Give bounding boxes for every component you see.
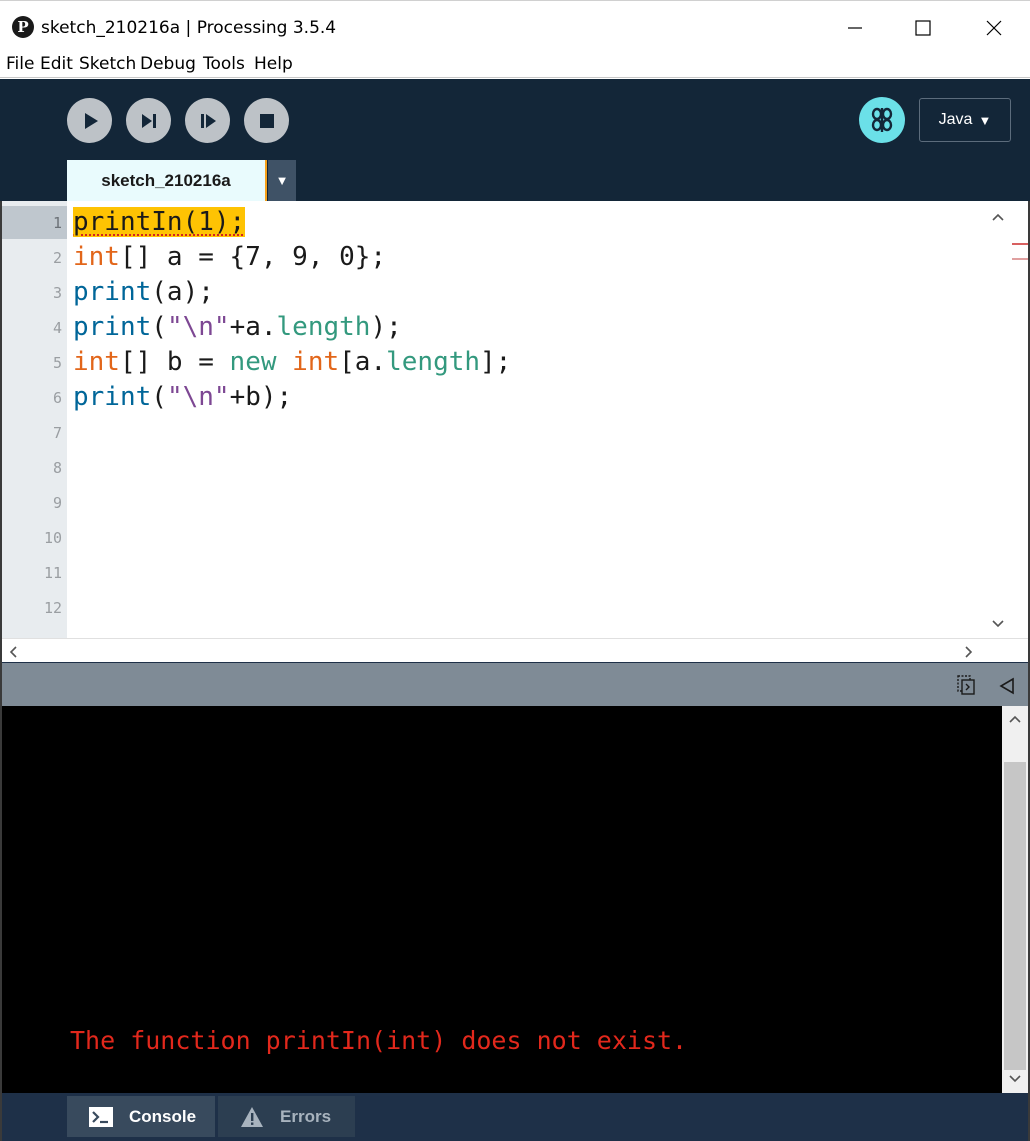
code-token: int — [292, 347, 340, 377]
console-tab-label: Console — [129, 1106, 197, 1126]
line-number: 5 — [52, 354, 62, 372]
debugger-toggle-button[interactable] — [859, 97, 905, 143]
minimize-button[interactable] — [832, 11, 878, 45]
tab-accent — [265, 160, 267, 201]
scroll-up-button[interactable] — [987, 207, 1009, 227]
title-bar: P sketch_210216a | Processing 3.5.4 — [0, 0, 1030, 52]
code-line[interactable]: int[] b = new int[a.length]; — [73, 347, 511, 377]
menu-edit[interactable]: Edit — [40, 54, 73, 74]
console-scroll-thumb[interactable] — [1004, 762, 1026, 1070]
code-token: +a. — [229, 312, 277, 342]
line-number: 1 — [52, 214, 62, 232]
code-token: length — [386, 347, 481, 377]
console-error-message: The function printIn(int) does not exist… — [70, 1026, 688, 1055]
code-token: new — [229, 347, 277, 377]
code-line[interactable]: printIn(1); — [73, 207, 246, 237]
tab-menu-button[interactable]: ▼ — [268, 160, 296, 201]
warning-icon — [241, 1106, 263, 1127]
maximize-icon — [915, 20, 931, 36]
mode-selector[interactable]: Java ▼ — [919, 98, 1011, 142]
code-token: (a); — [151, 277, 214, 307]
code-token: +b); — [229, 382, 293, 412]
code-token: ( — [151, 312, 167, 342]
play-icon — [84, 112, 98, 129]
chevron-right-icon[interactable] — [964, 645, 974, 659]
close-icon — [986, 20, 1002, 36]
menu-help[interactable]: Help — [254, 54, 293, 74]
errors-tab[interactable]: Errors — [218, 1096, 355, 1137]
code-token: [] a = {7, 9, 0}; — [119, 242, 387, 272]
code-token: ]; — [480, 347, 512, 377]
collapse-console-icon[interactable] — [998, 677, 1016, 695]
line-number: 12 — [43, 599, 62, 617]
error-marker-strip — [1009, 201, 1028, 638]
step-button[interactable] — [126, 98, 171, 143]
error-highlighted-code: printIn(1); — [73, 207, 246, 237]
step-icon — [141, 113, 156, 128]
chevron-up-icon — [992, 213, 1004, 221]
stop-button[interactable] — [244, 98, 289, 143]
editor-horizontal-scrollbar[interactable] — [2, 638, 1028, 662]
run-button[interactable] — [67, 98, 112, 143]
copy-console-icon[interactable] — [956, 674, 976, 696]
line-number: 6 — [52, 389, 62, 407]
code-token: ( — [151, 382, 167, 412]
code-token: print — [73, 277, 152, 307]
chevron-down-icon: ▼ — [275, 173, 289, 188]
window-title: sketch_210216a | Processing 3.5.4 — [41, 18, 337, 38]
errors-tab-label: Errors — [280, 1106, 332, 1126]
code-line[interactable]: print("\n"+a.length); — [73, 312, 402, 342]
line-number: 4 — [52, 319, 62, 337]
error-marker-secondary — [1012, 258, 1028, 260]
stop-icon — [259, 113, 274, 128]
code-token: int — [73, 242, 120, 272]
code-token: length — [276, 312, 371, 342]
menu-debug[interactable]: Debug — [140, 54, 196, 74]
close-button[interactable] — [971, 11, 1017, 45]
code-token: [] b = — [119, 347, 230, 377]
line-number: 9 — [52, 494, 62, 512]
line-number: 10 — [43, 529, 62, 547]
line-number: 2 — [52, 249, 62, 267]
minimize-icon — [848, 27, 862, 29]
code-line[interactable]: int[] a = {7, 9, 0}; — [73, 242, 386, 272]
continue-icon — [200, 113, 216, 128]
chevron-down-icon[interactable] — [1008, 1074, 1022, 1084]
line-number: 7 — [52, 424, 62, 442]
menu-tools[interactable]: Tools — [203, 54, 245, 74]
code-line[interactable]: print(a); — [73, 277, 214, 307]
processing-app-icon: P — [12, 16, 34, 38]
maximize-button[interactable] — [900, 11, 946, 45]
chevron-down-icon: ▼ — [978, 112, 992, 128]
console-header — [2, 663, 1028, 706]
code-token: int — [73, 347, 120, 377]
code-token: print — [73, 312, 152, 342]
code-token: "\n" — [166, 382, 230, 412]
mode-label: Java — [938, 111, 973, 128]
code-token: [a. — [339, 347, 387, 377]
line-number: 3 — [52, 284, 62, 302]
line-number: 8 — [52, 459, 62, 477]
line-number: 11 — [43, 564, 62, 582]
chevron-left-icon[interactable] — [8, 645, 18, 659]
continue-button[interactable] — [185, 98, 230, 143]
code-token: ); — [370, 312, 402, 342]
error-marker[interactable] — [1012, 243, 1028, 245]
chevron-down-icon — [992, 620, 1004, 628]
console-tab[interactable]: Console — [67, 1096, 215, 1137]
menu-file[interactable]: File — [6, 54, 34, 74]
code-token: print — [73, 382, 152, 412]
code-token: "\n" — [166, 312, 230, 342]
chevron-up-icon[interactable] — [1008, 714, 1022, 724]
menu-sketch[interactable]: Sketch — [79, 54, 136, 74]
editor-vertical-scrollbar[interactable] — [987, 201, 1009, 638]
tab-sketch[interactable]: sketch_210216a — [67, 160, 265, 201]
debugger-butterfly-icon — [871, 107, 893, 132]
terminal-icon — [89, 1106, 113, 1127]
code-line[interactable]: print("\n"+b); — [73, 382, 292, 412]
scroll-down-button[interactable] — [987, 614, 1009, 634]
menu-bar: File Edit Sketch Debug Tools Help — [0, 52, 1030, 78]
